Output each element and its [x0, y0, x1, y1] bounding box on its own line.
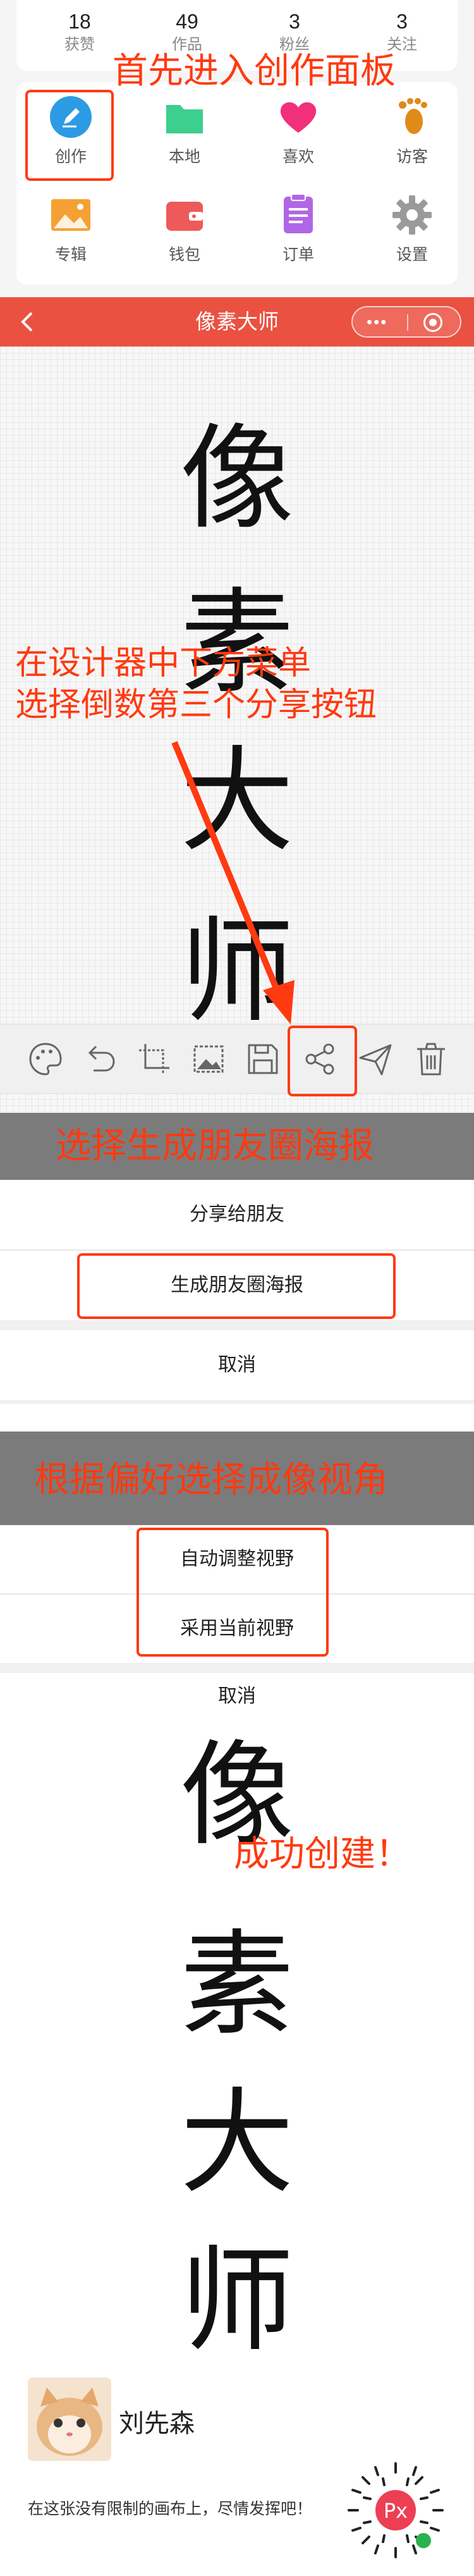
palette-icon[interactable]: [25, 1039, 66, 1079]
poster-char: 师: [179, 2235, 294, 2367]
save-icon[interactable]: [243, 1039, 283, 1079]
menu-item-orders[interactable]: 订单: [254, 187, 343, 275]
share-action-sheet: 选择生成朋友圈海报 分享给朋友 生成朋友圈海报 取消: [0, 1113, 474, 1416]
menu-item-wallet[interactable]: 钱包: [140, 187, 229, 275]
annotation-step5: 成功创建！: [234, 1834, 411, 1874]
more-menu-icon[interactable]: •••: [367, 314, 387, 330]
annotation-step3: 选择生成朋友圈海报: [56, 1125, 374, 1165]
qr-logo-text: Px: [384, 2499, 408, 2523]
send-icon[interactable]: [355, 1039, 396, 1079]
tutorial-screenshot: 18 获赞 49 作品 3 粉丝 3 关注 创作 本地 喜欢 访客 专辑 钱包 …: [0, 0, 474, 2576]
annotation-banner: 根据偏好选择成像视角: [0, 1432, 474, 1525]
cancel-button[interactable]: 取消: [0, 1673, 474, 1720]
menu-label: 本地: [168, 148, 200, 166]
miniprogram-capsule: •••: [351, 306, 461, 338]
highlight-share: [288, 1026, 357, 1096]
menu-item-settings[interactable]: 设置: [368, 187, 456, 275]
stat-number: 3: [396, 10, 408, 33]
highlight-view-options: [137, 1528, 329, 1657]
menu-item-album[interactable]: 专辑: [27, 187, 115, 275]
stat-number: 18: [68, 10, 91, 33]
folder-icon: [162, 95, 207, 139]
menu-item-visitors[interactable]: 访客: [368, 89, 456, 177]
menu-label: 喜欢: [282, 148, 314, 166]
menu-item-likes[interactable]: 喜欢: [254, 89, 343, 177]
canvas-char: 像: [179, 413, 294, 545]
profile-panel: 18 获赞 49 作品 3 粉丝 3 关注 创作 本地 喜欢 访客 专辑 钱包 …: [0, 0, 474, 297]
sheet-backdrop: [0, 1404, 474, 1432]
menu-item-local[interactable]: 本地: [140, 89, 229, 177]
capsule-separator: [407, 314, 408, 331]
annotation-banner: 选择生成朋友圈海报: [0, 1113, 474, 1180]
picture-icon: [49, 193, 93, 237]
menu-label: 设置: [396, 246, 428, 264]
avatar: [28, 2377, 111, 2461]
footprint-icon: [390, 95, 434, 139]
gear-icon: [390, 193, 434, 237]
navbar: 像素大师 •••: [0, 297, 474, 347]
wallet-icon: [162, 193, 207, 237]
stat-number: 3: [289, 10, 300, 33]
pointer-arrow-icon: [171, 741, 295, 1024]
highlight-create: [25, 90, 114, 181]
bottom-toolbar: [0, 1024, 474, 1094]
stat-number: 49: [176, 10, 198, 33]
share-to-friends-button[interactable]: 分享给朋友: [0, 1180, 474, 1249]
view-action-sheet: 根据偏好选择成像视角 自动调整视野 采用当前视野 取消: [0, 1404, 474, 1720]
editor-screen: 像 素 大 师 像素大师 ••• 在设计器中下方菜单 选择倒数第三个分享按钮: [0, 297, 474, 1113]
heart-icon: [276, 95, 320, 139]
back-arrow-icon[interactable]: [18, 311, 37, 333]
order-list-icon: [276, 193, 320, 237]
stat-likes[interactable]: 18 获赞: [29, 9, 130, 56]
menu-label: 钱包: [168, 246, 200, 264]
highlight-poster-option: [77, 1253, 396, 1319]
annotation-step2-line2: 选择倒数第三个分享按钮: [15, 687, 377, 723]
menu-label: 访客: [396, 148, 428, 166]
trash-icon[interactable]: [411, 1039, 451, 1079]
stat-fans[interactable]: 3 粉丝: [244, 9, 345, 56]
stat-following[interactable]: 3 关注: [351, 9, 453, 56]
annotation-step1: 首先进入创作面板: [112, 51, 396, 90]
close-miniprogram-icon[interactable]: [423, 313, 442, 332]
undo-icon[interactable]: [80, 1039, 120, 1079]
poster-char: 素: [179, 1919, 294, 2051]
annotation-step2-line1: 在设计器中下方菜单: [15, 645, 312, 682]
username: 刘先森: [119, 2410, 195, 2438]
menu-label: 订单: [282, 246, 314, 264]
miniprogram-code-icon: Px: [345, 2460, 446, 2561]
poster-result: 像 素 大 师 成功创建！ 刘先森 在这张没有限制的画布上，尽情发挥吧！ Px: [0, 1720, 474, 2576]
menu-label: 专辑: [54, 246, 87, 264]
poster-slogan: 在这张没有限制的画布上，尽情发挥吧！: [28, 2500, 313, 2518]
stat-works[interactable]: 49 作品: [137, 9, 238, 56]
image-icon[interactable]: [188, 1039, 229, 1079]
annotation-step4: 根据偏好选择成像视角: [34, 1459, 388, 1499]
cancel-button[interactable]: 取消: [0, 1330, 474, 1400]
poster-char: 大: [179, 2077, 294, 2209]
crop-icon[interactable]: [134, 1039, 174, 1079]
